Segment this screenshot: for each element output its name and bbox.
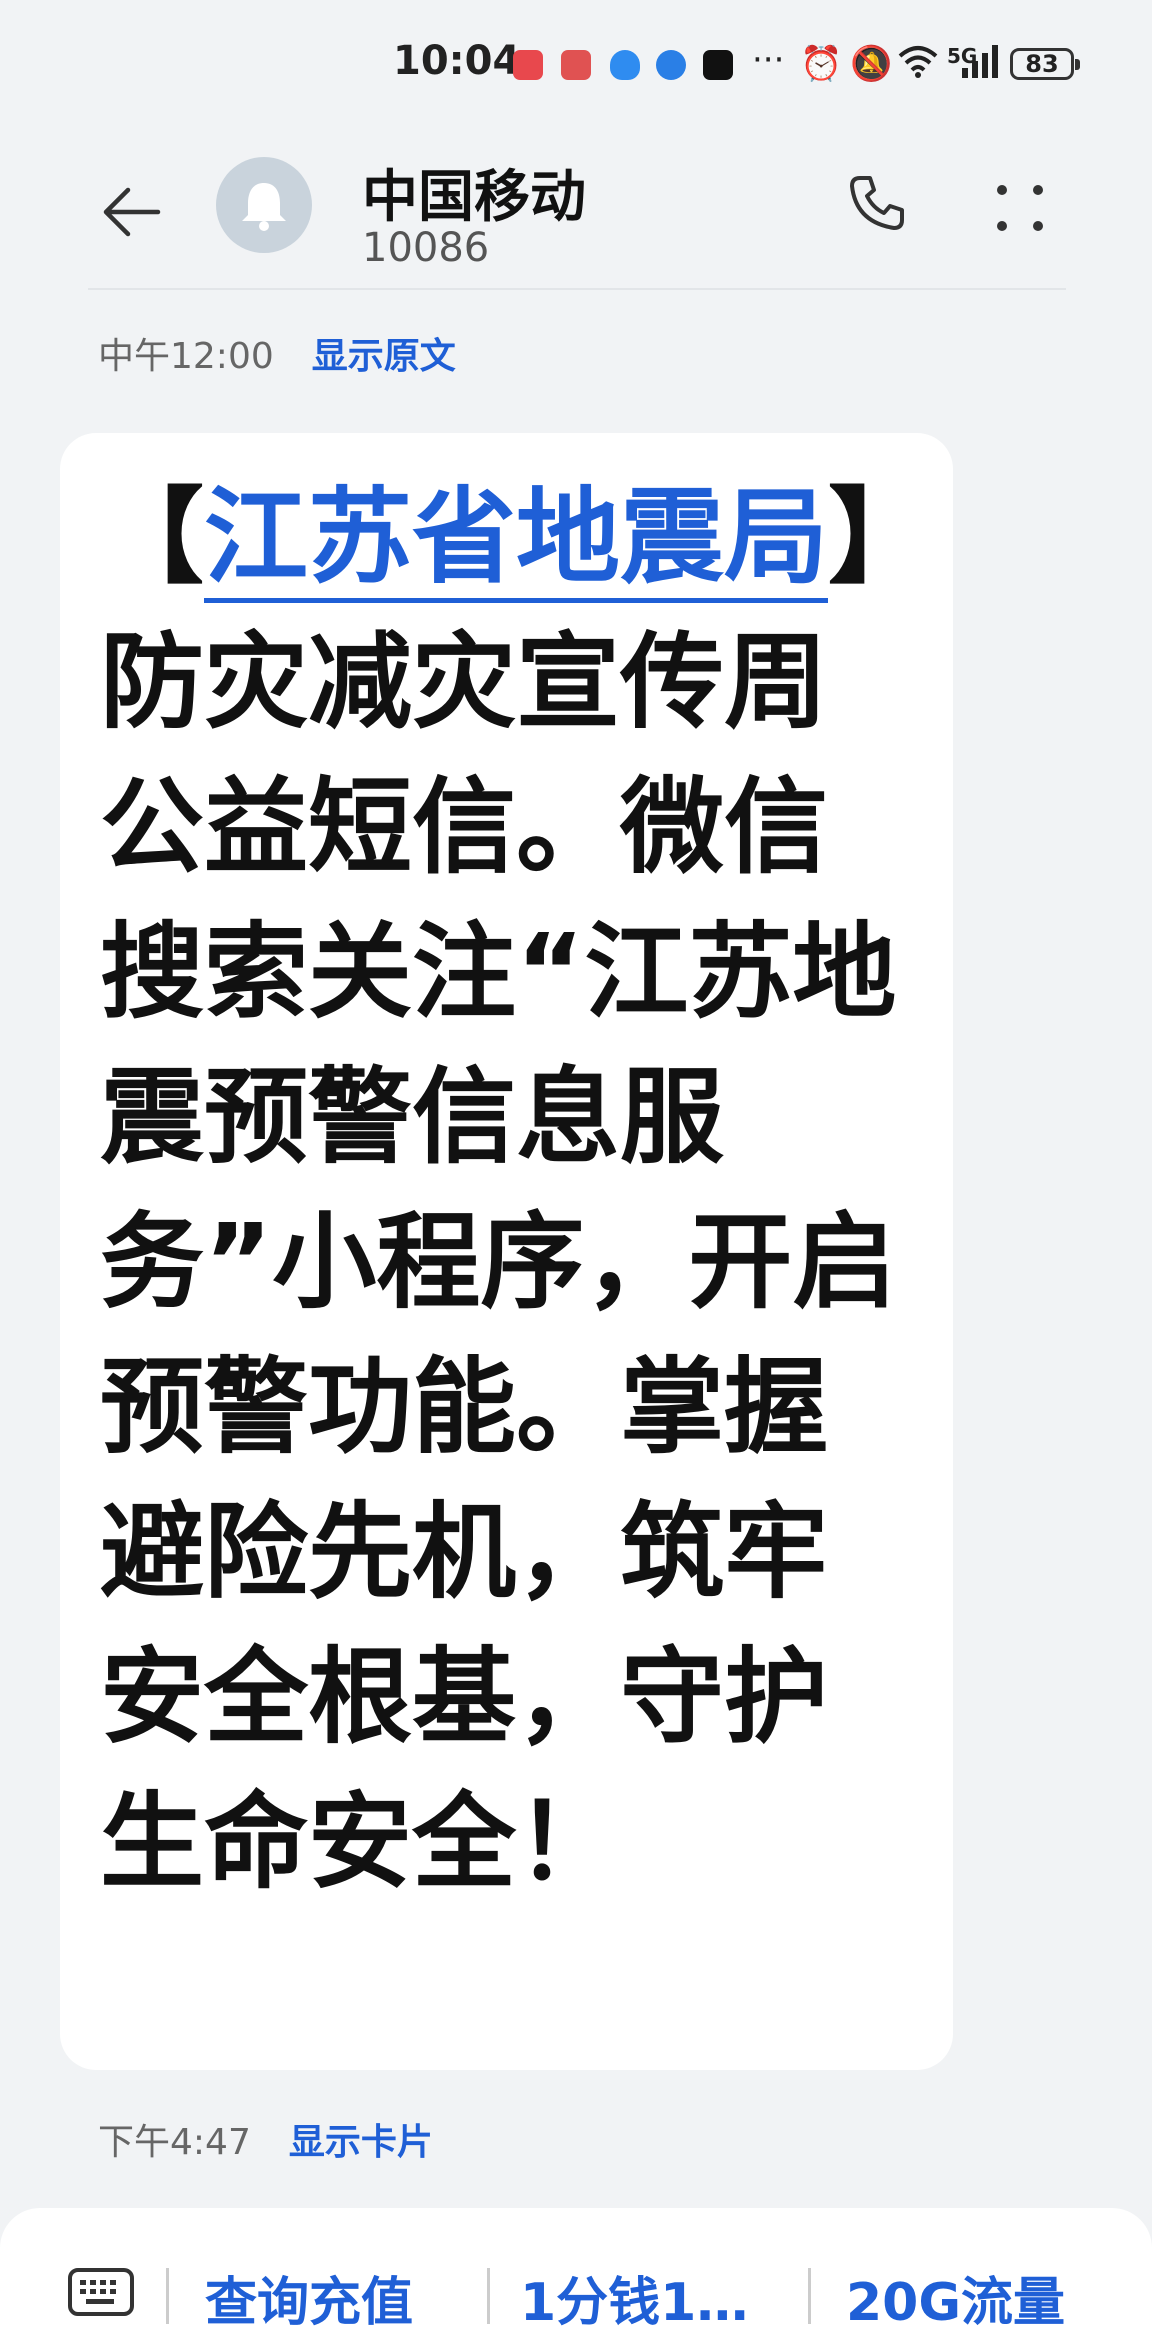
show-card-link[interactable]: 显示卡片	[289, 2122, 433, 2163]
conversation-header: 中国移动 10086	[0, 130, 1152, 290]
message-bubble[interactable]: 【江苏省地震局】防灾减灾宣传周公益短信。微信搜索关注“江苏地震预警信息服务”小程…	[60, 433, 953, 2070]
huawei-app-icon	[513, 50, 543, 80]
book-app-icon	[561, 50, 591, 80]
battery-indicator: 83	[1010, 48, 1080, 80]
alarm-icon: ⏰	[800, 44, 843, 84]
contact-number: 10086	[362, 225, 490, 271]
message-text-body: 】防灾减灾宣传周公益短信。微信搜索关注“江苏地震预警信息服务”小程序，开启预警功…	[100, 476, 897, 1903]
back-arrow-icon[interactable]	[98, 180, 162, 244]
quick-reply-one-cent[interactable]: 1分钱1…	[520, 2260, 748, 2335]
tiktok-app-icon	[703, 50, 733, 80]
message-meta: 中午12:00 显示原文	[98, 327, 456, 379]
separator	[166, 2268, 169, 2324]
sender-link[interactable]: 江苏省地震局	[204, 476, 829, 603]
more-notifications-icon: ···	[752, 40, 785, 80]
bell-icon	[242, 183, 286, 231]
separator	[808, 2268, 811, 2324]
keyboard-icon[interactable]	[68, 2268, 134, 2316]
header-divider	[88, 288, 1066, 290]
more-dots-icon[interactable]	[990, 178, 1050, 238]
message-text-prefix: 【	[100, 476, 205, 598]
status-time: 10:04	[393, 38, 521, 84]
quick-reply-bar: 查询充值 1分钱1… 20G流量	[0, 2208, 1152, 2336]
avatar[interactable]	[216, 157, 312, 253]
show-original-link[interactable]: 显示原文	[312, 336, 456, 377]
mute-icon: 🔕	[850, 44, 893, 84]
phone-icon[interactable]	[846, 172, 908, 234]
quick-reply-query-recharge[interactable]: 查询充值	[205, 2260, 413, 2335]
contact-name: 中国移动	[362, 165, 586, 230]
message-time: 中午12:00	[98, 336, 274, 377]
wifi-icon	[898, 44, 938, 87]
message-meta-2: 下午4:47 显示卡片	[98, 2113, 433, 2165]
signal-icon	[960, 44, 1000, 87]
separator	[487, 2268, 490, 2324]
shield-app-icon	[610, 50, 640, 80]
status-bar: 10:04 ··· ⏰ 🔕 5G 83	[0, 0, 1152, 130]
browser-app-icon	[656, 50, 686, 80]
quick-reply-20g-data[interactable]: 20G流量	[846, 2260, 1065, 2335]
message-time-2: 下午4:47	[98, 2122, 251, 2163]
message-text: 【江苏省地震局】防灾减灾宣传周公益短信。微信搜索关注“江苏地震预警信息服务”小程…	[100, 465, 930, 1915]
